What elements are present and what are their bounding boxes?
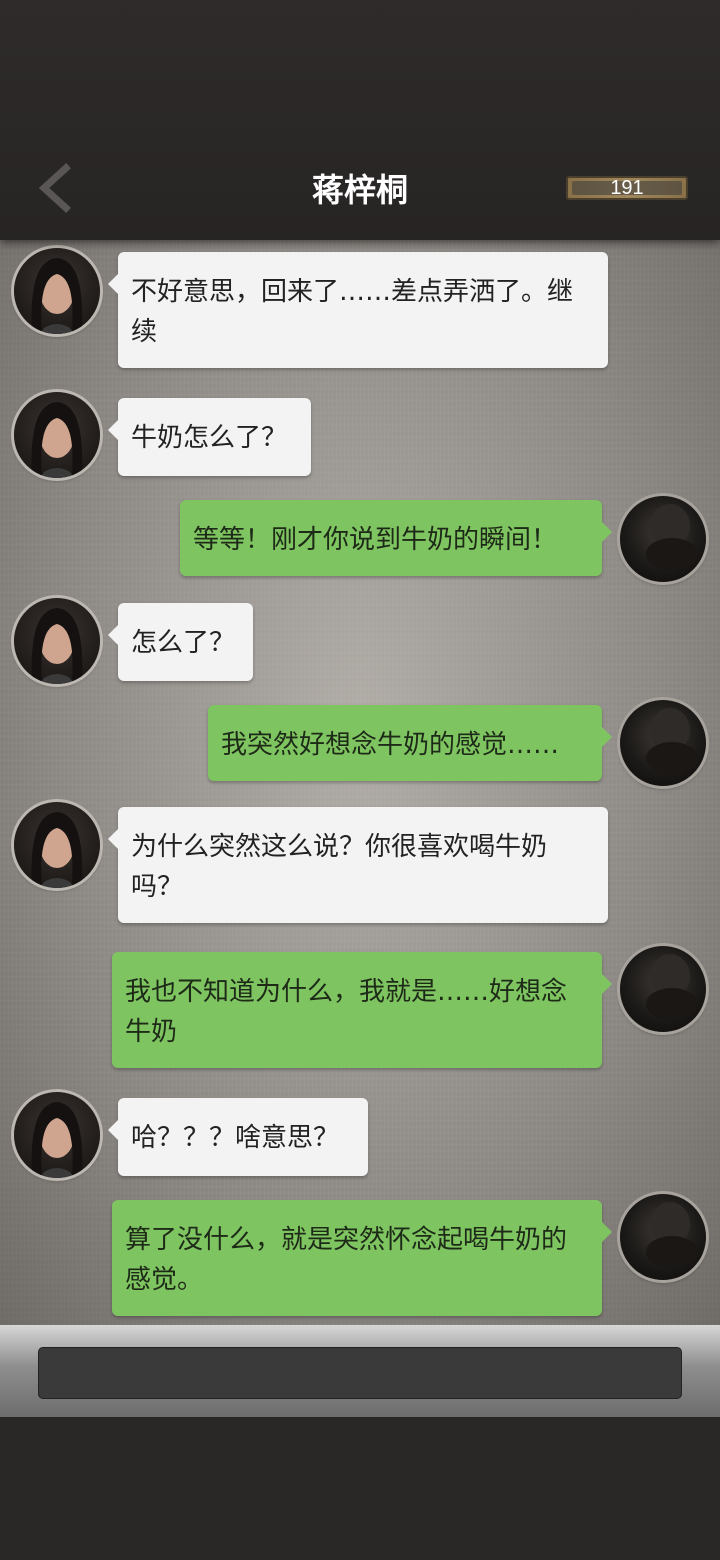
player-avatar[interactable]	[620, 946, 706, 1032]
message-list[interactable]: 不好意思，回来了……差点弄洒了。继续 牛奶怎么了？ 等等！刚才你说到牛奶的瞬间！	[0, 240, 720, 1325]
message-bubble[interactable]: 等等！刚才你说到牛奶的瞬间！	[180, 500, 612, 576]
dark-silhouette-icon	[646, 504, 698, 570]
message-bubble[interactable]: 我也不知道为什么，我就是……好想念牛奶	[112, 952, 612, 1068]
message-text: 等等！刚才你说到牛奶的瞬间！	[193, 525, 558, 555]
player-avatar[interactable]	[620, 1194, 706, 1280]
message-bubble[interactable]: 不好意思，回来了……差点弄洒了。继续	[108, 252, 608, 368]
dark-silhouette-icon	[646, 1202, 698, 1268]
woman-portrait-icon	[31, 812, 83, 888]
counter-badge: 191	[566, 176, 688, 200]
message-text: 我突然好想念牛奶的感觉……	[221, 730, 560, 760]
player-avatar[interactable]	[620, 496, 706, 582]
message-text: 我也不知道为什么，我就是……好想念牛奶	[125, 977, 568, 1047]
message-bubble[interactable]: 算了没什么，就是突然怀念起喝牛奶的感觉。	[112, 1200, 612, 1316]
dark-silhouette-icon	[646, 954, 698, 1020]
contact-avatar[interactable]	[14, 598, 100, 684]
header-bar: 蒋梓桐 191	[0, 0, 720, 240]
message-text: 哈？？？啥意思？	[131, 1123, 340, 1153]
contact-avatar[interactable]	[14, 248, 100, 334]
message-text: 算了没什么，就是突然怀念起喝牛奶的感觉。	[125, 1225, 568, 1295]
message-text: 牛奶怎么了？	[131, 423, 288, 453]
contact-avatar[interactable]	[14, 802, 100, 888]
footer	[0, 1325, 720, 1560]
message-bubble[interactable]: 我突然好想念牛奶的感觉……	[208, 705, 612, 781]
contact-avatar[interactable]	[14, 392, 100, 478]
message-bubble[interactable]: 怎么了？	[108, 603, 253, 681]
message-bubble[interactable]: 哈？？？啥意思？	[108, 1098, 368, 1176]
counter-value: 191	[610, 177, 644, 199]
woman-portrait-icon	[31, 402, 83, 478]
back-button[interactable]	[28, 160, 84, 216]
chevron-left-icon	[38, 163, 71, 213]
chat-screen: 蒋梓桐 191 不好意思，回来了……差点弄洒了。继续 牛奶怎么了？ 等等！刚才你…	[0, 0, 720, 1560]
message-bubble[interactable]: 为什么突然这么说？你很喜欢喝牛奶吗？	[108, 807, 608, 923]
input-bar	[0, 1325, 720, 1417]
message-text: 为什么突然这么说？你很喜欢喝牛奶吗？	[131, 832, 548, 902]
dark-silhouette-icon	[646, 708, 698, 774]
woman-portrait-icon	[31, 1102, 83, 1178]
message-text: 怎么了？	[131, 628, 236, 658]
contact-avatar[interactable]	[14, 1092, 100, 1178]
woman-portrait-icon	[31, 258, 83, 334]
reply-input[interactable]	[38, 1347, 682, 1399]
contact-name: 蒋梓桐	[311, 171, 408, 209]
message-bubble[interactable]: 牛奶怎么了？	[108, 398, 311, 476]
player-avatar[interactable]	[620, 700, 706, 786]
woman-portrait-icon	[31, 608, 83, 684]
message-text: 不好意思，回来了……差点弄洒了。继续	[131, 277, 574, 347]
